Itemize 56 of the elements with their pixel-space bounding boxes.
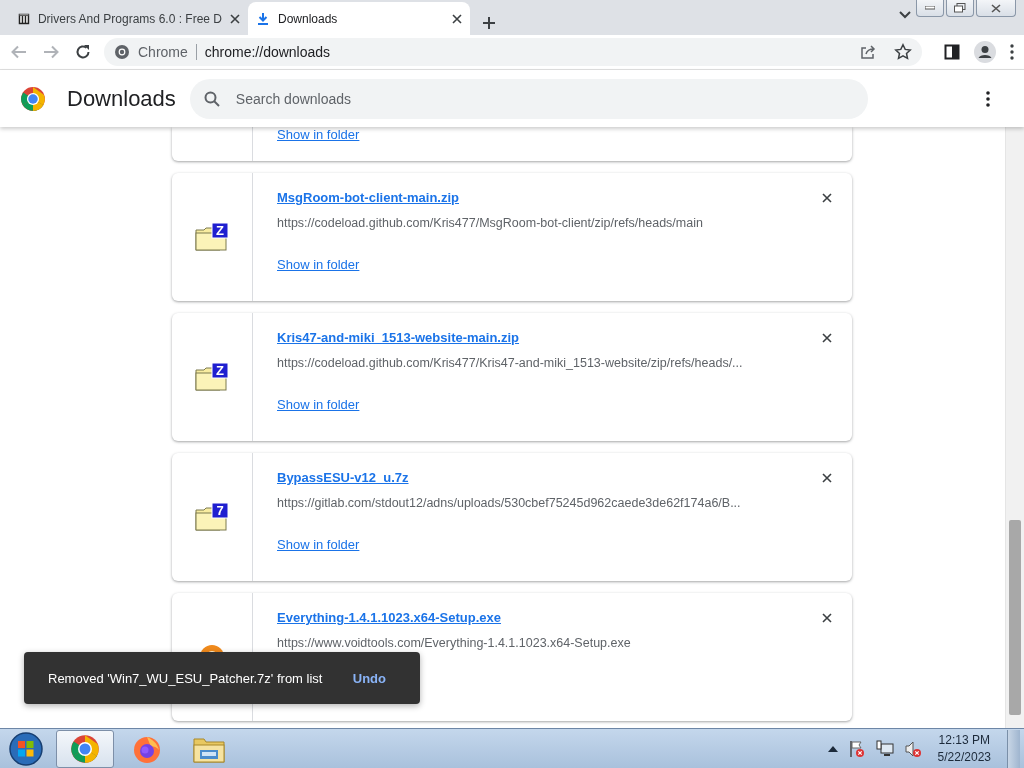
site-label: Chrome [138, 44, 188, 60]
restore-icon [954, 3, 966, 13]
file-name-link[interactable]: Everything-1.4.1.1023.x64-Setup.exe [277, 610, 501, 625]
chevron-up-icon[interactable] [827, 745, 838, 752]
file-name-link[interactable]: BypassESU-v12_u.7z [277, 470, 409, 485]
new-tab-icon[interactable] [482, 16, 496, 30]
url-text: chrome://downloads [204, 44, 331, 60]
clock-date: 5/22/2023 [937, 748, 991, 766]
flag-alert-icon[interactable] [847, 739, 866, 758]
source-url: https://www.voidtools.com/Everything-1.4.1.1023.x64-Setup.exe [277, 636, 632, 650]
network-icon[interactable] [875, 739, 894, 758]
show-in-folder-link[interactable]: Show in folder [277, 397, 360, 412]
reload-icon[interactable] [74, 43, 92, 61]
chrome-icon [114, 44, 130, 60]
search-field[interactable]: Search downloads [189, 78, 868, 119]
browser-tab[interactable]: Drivers And Programs 6.0 : Free D [10, 2, 248, 35]
more-icon[interactable] [985, 90, 990, 107]
start-button-icon[interactable] [6, 730, 46, 767]
file-name-link[interactable]: Kris47-and-miki_1513-website-main.zip [277, 330, 520, 345]
share-icon[interactable] [860, 44, 876, 60]
search-input[interactable]: Search downloads [233, 89, 854, 108]
download-icon [256, 11, 270, 26]
toast-message: Removed 'Win7_WU_ESU_Patcher.7z' from list [48, 670, 324, 686]
show-in-folder-link[interactable]: Show in folder [277, 257, 360, 272]
address-bar[interactable]: Chrome chrome://downloads [104, 38, 922, 66]
show-in-folder-link[interactable]: Show in folder [277, 537, 360, 552]
side-panel-icon[interactable] [944, 44, 960, 60]
star-icon[interactable] [894, 43, 912, 61]
chevron-down-icon[interactable] [898, 10, 912, 20]
close-icon[interactable] [822, 473, 832, 483]
source-url: https://codeload.github.com/Kris477/Kris47-and-miki_1513-website/zip/refs/heads/... [277, 356, 744, 370]
close-tab-icon[interactable] [230, 13, 240, 24]
close-button[interactable] [976, 0, 1016, 17]
minimize-icon [925, 6, 935, 10]
restore-button[interactable] [946, 0, 974, 17]
chrome-logo [20, 85, 46, 112]
source-url: https://gitlab.com/stdout12/adns/uploads/530cbef75245d962caede3de62f174a6/B... [277, 496, 742, 510]
undo-button[interactable]: Undo [352, 670, 386, 686]
close-icon[interactable] [822, 333, 832, 343]
close-icon[interactable] [822, 613, 832, 623]
menu-icon[interactable] [1010, 44, 1014, 60]
close-icon [991, 3, 1001, 13]
show-in-folder-link[interactable]: Show in folder [277, 127, 360, 142]
file-name-link[interactable]: MsgRoom-bot-client-main.zip [277, 190, 459, 205]
profile-icon[interactable] [974, 41, 996, 63]
browser-tab[interactable]: Downloads [248, 2, 470, 35]
taskbar-app-button[interactable] [56, 729, 114, 768]
source-url: https://codeload.github.com/Kris477/MsgRoom-bot-client/zip/refs/heads/main [277, 216, 704, 230]
chrome-logo [70, 733, 100, 764]
muted-speaker-icon[interactable] [903, 739, 922, 758]
close-tab-icon[interactable] [452, 13, 462, 24]
search-icon [203, 90, 220, 107]
scrollbar[interactable] [1005, 127, 1024, 728]
page-title: Downloads [67, 85, 176, 112]
close-icon[interactable] [822, 193, 832, 203]
clock-time: 12:13 PM [938, 731, 990, 749]
